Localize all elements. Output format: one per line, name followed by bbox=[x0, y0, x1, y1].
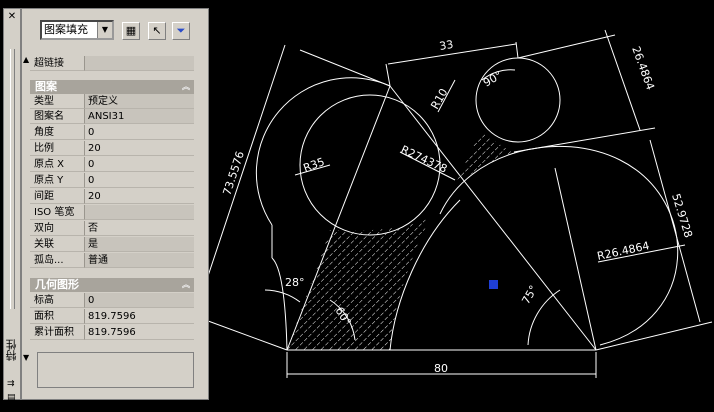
collapse-icon[interactable]: ︽ bbox=[182, 80, 190, 94]
section-title: 图案 bbox=[35, 80, 57, 93]
prop-row[interactable]: 面积 819.7596 bbox=[30, 309, 194, 324]
prop-value: 819.7596 bbox=[84, 309, 194, 324]
prop-value: 819.7596 bbox=[84, 325, 194, 340]
section-pattern[interactable]: 图案 ︽ bbox=[30, 80, 194, 94]
prop-value[interactable]: 否 bbox=[84, 221, 194, 236]
collapse-icon[interactable]: ︽ bbox=[182, 278, 190, 292]
palette-title: 特性 bbox=[5, 339, 18, 361]
prop-value[interactable]: 0 bbox=[84, 125, 194, 140]
prop-row[interactable]: 角度 0 bbox=[30, 125, 194, 140]
prop-row[interactable]: 累计面积 819.7596 bbox=[30, 325, 194, 340]
grip-marker bbox=[489, 280, 498, 289]
prop-key: 图案名 bbox=[30, 109, 84, 124]
prop-row[interactable]: 孤岛... 普通 bbox=[30, 253, 194, 268]
dim-90deg: 90° bbox=[481, 69, 504, 90]
prop-value[interactable]: 是 bbox=[84, 237, 194, 252]
prop-value[interactable]: 普通 bbox=[84, 253, 194, 268]
prop-row[interactable]: 类型 预定义 bbox=[30, 94, 194, 109]
prop-row[interactable]: 关联是 bbox=[30, 237, 194, 252]
dim-26-4864: 26.4864 bbox=[629, 45, 657, 92]
quick-select-button[interactable]: ▦ bbox=[122, 22, 140, 40]
arc-r35 bbox=[255, 77, 391, 226]
dim-r10: R10 bbox=[428, 86, 450, 111]
prop-key: 关联 bbox=[30, 237, 84, 252]
dim-r26-4864: R26.4864 bbox=[596, 239, 651, 263]
prop-row[interactable]: 原点 Y0 bbox=[30, 173, 194, 188]
circle-r10 bbox=[475, 57, 561, 143]
prop-key: 面积 bbox=[30, 309, 84, 324]
section-geometry[interactable]: 几何图形 ︽ bbox=[30, 278, 194, 292]
dim-75deg: 75° bbox=[519, 283, 540, 306]
hatch-region-left bbox=[287, 218, 430, 350]
prop-key: 比例 bbox=[30, 141, 84, 156]
prop-key: ISO 笔宽 bbox=[30, 205, 84, 220]
dim-80: 80 bbox=[434, 362, 448, 375]
select-objects-button[interactable]: ↖ bbox=[148, 22, 166, 40]
select-objects-icon: ↖ bbox=[152, 24, 162, 37]
prop-key: 孤岛... bbox=[30, 253, 84, 268]
filter-button[interactable]: ⏷ bbox=[172, 22, 190, 40]
prop-row[interactable]: 标高 0 bbox=[30, 293, 194, 308]
autohide-icon[interactable]: ⇉ bbox=[7, 379, 15, 389]
object-type-select[interactable]: 图案填充 ▼ bbox=[40, 20, 114, 40]
prop-value[interactable]: 预定义 bbox=[84, 94, 194, 109]
scroll-up-icon[interactable]: ▲ bbox=[23, 55, 29, 64]
prop-value[interactable]: ANSI31 bbox=[84, 109, 194, 124]
chevron-down-icon[interactable]: ▼ bbox=[97, 22, 112, 38]
inner-slope bbox=[389, 85, 597, 351]
prop-key: 原点 X bbox=[30, 157, 84, 172]
drag-grip[interactable] bbox=[10, 49, 15, 309]
dim-73-5576: 73.5576 bbox=[220, 150, 246, 197]
close-icon[interactable]: ✕ bbox=[6, 11, 18, 23]
prop-key: 间距 bbox=[30, 189, 84, 204]
description-box bbox=[37, 352, 194, 388]
prop-key: 累计面积 bbox=[30, 325, 84, 340]
object-type-label: 图案填充 bbox=[44, 23, 88, 36]
prop-value[interactable] bbox=[84, 205, 194, 220]
quick-select-icon: ▦ bbox=[125, 24, 137, 37]
prop-key: 类型 bbox=[30, 94, 84, 109]
dim-r35: R35 bbox=[302, 155, 327, 175]
prop-row-hyperlink[interactable]: 超链接 bbox=[30, 56, 194, 71]
prop-key: 原点 Y bbox=[30, 173, 84, 188]
prop-key: 双向 bbox=[30, 221, 84, 236]
dim-r274378: R274378 bbox=[399, 143, 449, 176]
dim-52-9728: 52.9728 bbox=[669, 192, 695, 239]
prop-value[interactable]: 20 bbox=[84, 141, 194, 156]
dim-33: 33 bbox=[438, 38, 454, 53]
prop-row[interactable]: 间距 20 bbox=[30, 189, 194, 204]
prop-row[interactable]: 比例 20 bbox=[30, 141, 194, 156]
dim-28deg: 28° bbox=[285, 276, 305, 289]
properties-menu-icon[interactable]: ▤ bbox=[7, 393, 16, 403]
prop-value[interactable]: 20 bbox=[84, 189, 194, 204]
filter-icon: ⏷ bbox=[176, 24, 186, 37]
prop-row[interactable]: ISO 笔宽 bbox=[30, 205, 194, 220]
prop-value[interactable]: 0 bbox=[84, 157, 194, 172]
prop-key: 角度 bbox=[30, 125, 84, 140]
right-edge bbox=[554, 167, 597, 351]
scroll-down-icon[interactable]: ▼ bbox=[23, 353, 29, 362]
prop-value[interactable]: 0 bbox=[84, 173, 194, 188]
prop-key: 标高 bbox=[30, 293, 84, 308]
prop-row[interactable]: 原点 X0 bbox=[30, 157, 194, 172]
prop-row[interactable]: 图案名 ANSI31 bbox=[30, 109, 194, 124]
section-title: 几何图形 bbox=[35, 278, 79, 291]
prop-row[interactable]: 双向否 bbox=[30, 221, 194, 236]
palette-title-strip: ✕ 特性 ⇉ ▤ bbox=[3, 8, 21, 403]
prop-key: 超链接 bbox=[30, 56, 84, 71]
prop-value[interactable] bbox=[84, 56, 194, 71]
prop-value[interactable]: 0 bbox=[84, 293, 194, 308]
arc-r35-lower bbox=[271, 257, 288, 351]
